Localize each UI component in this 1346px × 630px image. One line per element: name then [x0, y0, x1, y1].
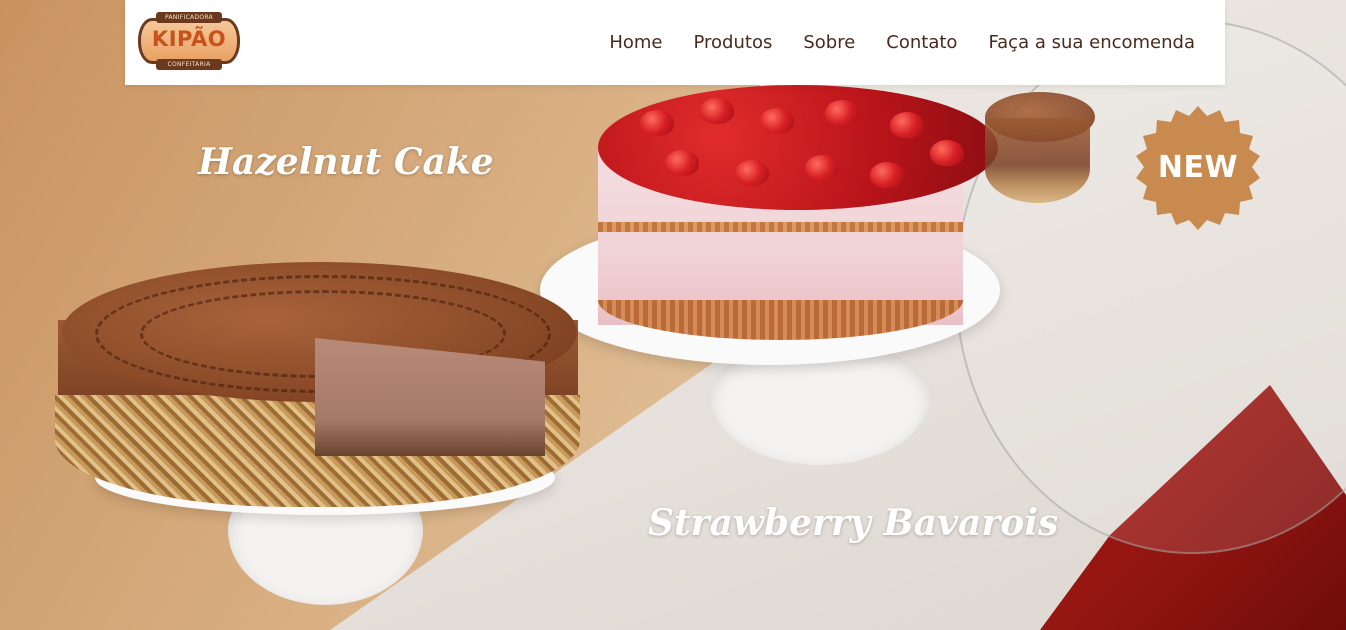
site-header: PANIFICADORA KIPÃO CONFEITARIA Home Prod…	[125, 0, 1225, 85]
strawberry	[760, 108, 794, 134]
logo-top-label: PANIFICADORA	[156, 12, 222, 23]
main-nav: Home Produtos Sobre Contato Faça a sua e…	[578, 0, 1195, 85]
nav-item-contato[interactable]: Contato	[886, 32, 957, 53]
strawberry	[930, 140, 964, 166]
product-title-strawberry: Strawberry Bavarois	[648, 502, 1059, 544]
bavarois-sponge-layer	[598, 222, 963, 232]
strawberry	[890, 112, 924, 138]
nav-item-home[interactable]: Home	[609, 32, 662, 53]
strawberry	[825, 100, 859, 126]
logo-name: KIPÃO	[151, 27, 227, 51]
strawberry	[665, 150, 699, 176]
reflection-cake-side	[985, 118, 1090, 203]
nav-item-encomenda[interactable]: Faça a sua encomenda	[988, 32, 1195, 53]
product-title-hazelnut: Hazelnut Cake	[198, 141, 494, 183]
strawberry	[640, 110, 674, 136]
new-badge-label: NEW	[1157, 150, 1239, 185]
new-badge: NEW	[1133, 106, 1263, 230]
nav-item-sobre[interactable]: Sobre	[803, 32, 855, 53]
logo-bottom-label: CONFEITARIA	[156, 59, 222, 70]
nav-item-produtos[interactable]: Produtos	[694, 32, 773, 53]
hero-banner: Hazelnut Cake Strawberry Bavarois NEW	[0, 0, 1346, 630]
brand-logo[interactable]: PANIFICADORA KIPÃO CONFEITARIA	[138, 12, 240, 70]
strawberry	[735, 160, 769, 186]
strawberry	[870, 162, 904, 188]
strawberry	[805, 155, 839, 181]
strawberry	[700, 98, 734, 124]
